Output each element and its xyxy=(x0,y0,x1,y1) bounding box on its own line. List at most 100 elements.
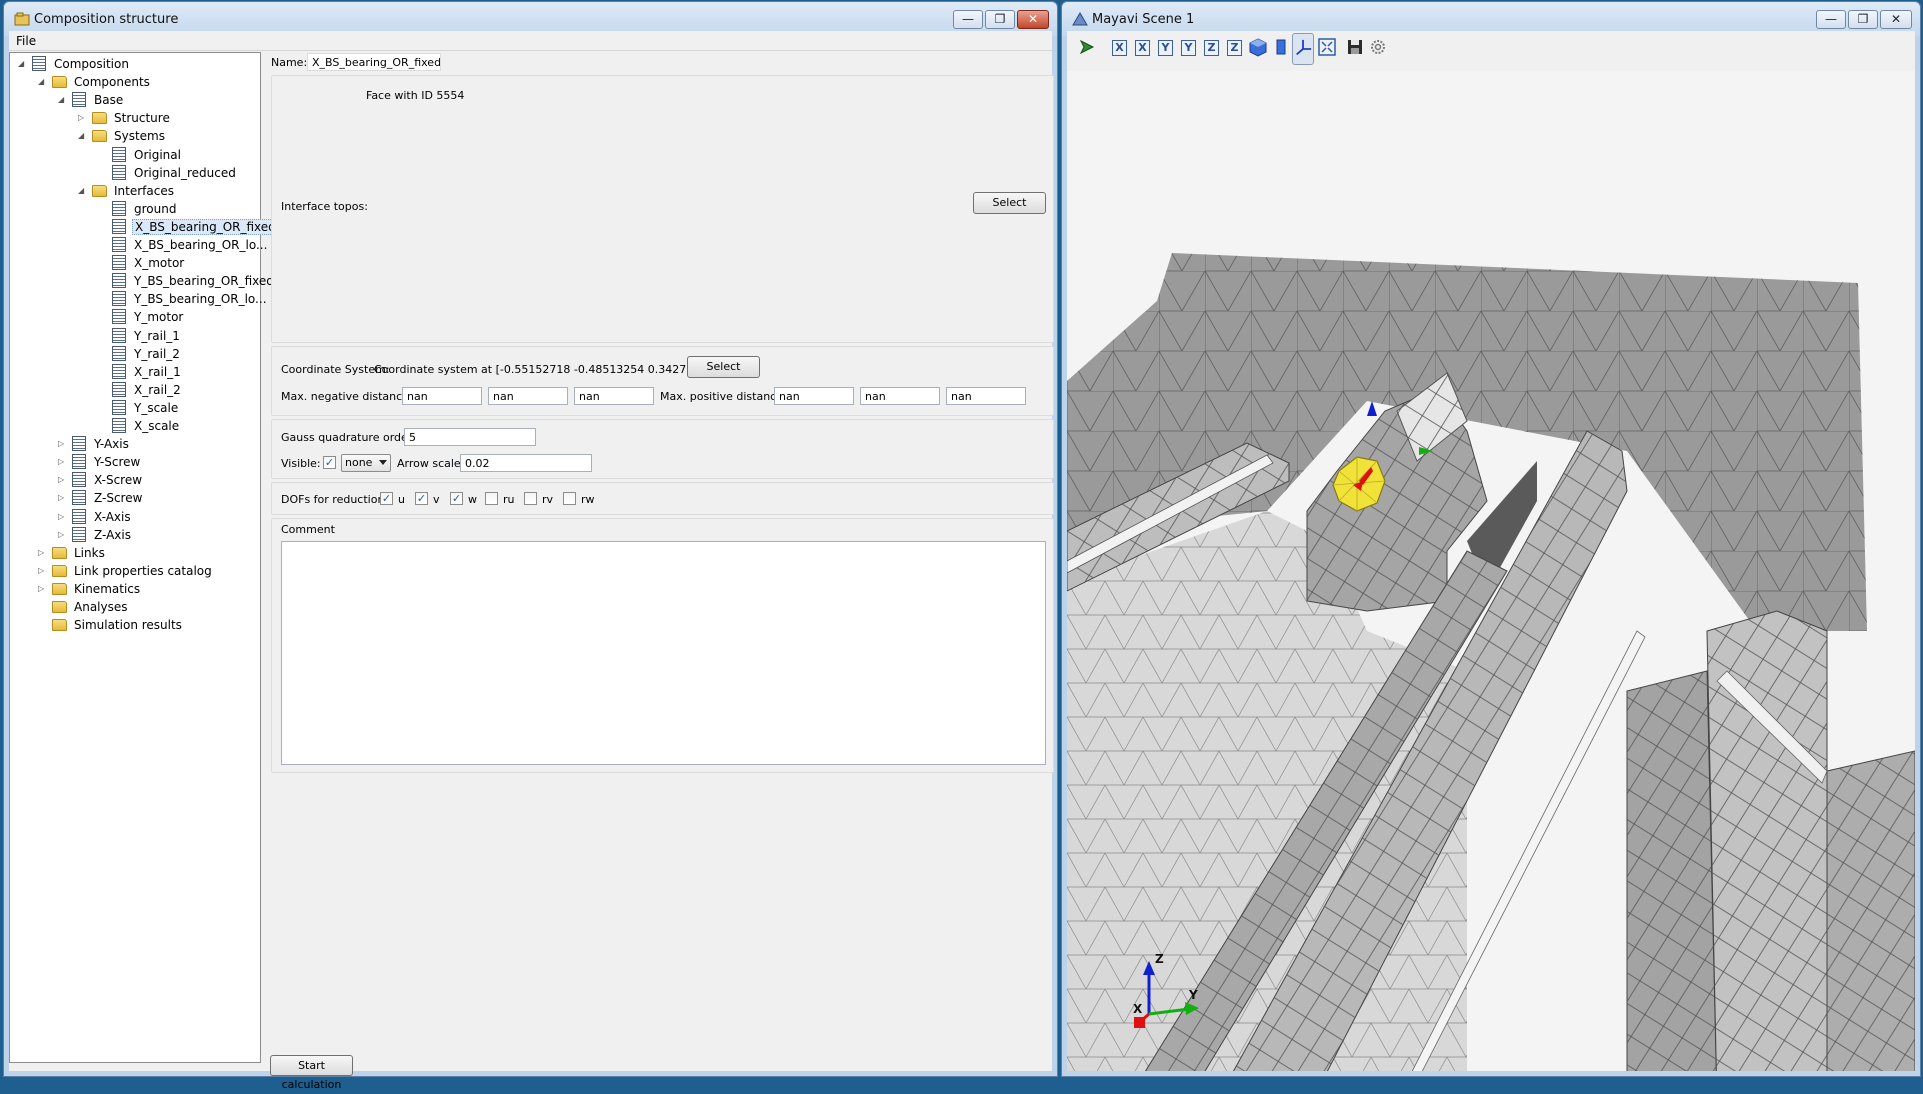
tree-item[interactable]: ▷ Y-Screw xyxy=(10,453,260,471)
save-icon[interactable] xyxy=(1345,37,1365,57)
parallel-projection-icon[interactable] xyxy=(1271,37,1291,57)
tree-item[interactable]: Y_rail_2 xyxy=(10,345,260,363)
mayavi-3d-scene[interactable]: Z Y X xyxy=(1067,71,1915,1071)
minimize-button[interactable]: — xyxy=(953,10,983,29)
tree-item[interactable]: Simulation results xyxy=(10,616,260,634)
close-button[interactable]: ✕ xyxy=(1017,10,1049,29)
tree-item[interactable]: X_scale xyxy=(10,417,260,435)
tree-item[interactable]: X_rail_1 xyxy=(10,363,260,381)
tree-item[interactable]: ▷ Z-Screw xyxy=(10,489,260,507)
tree-expanded-icon[interactable]: ◢ xyxy=(38,77,47,86)
document-icon xyxy=(112,363,128,380)
tree-collapsed-icon[interactable]: ▷ xyxy=(58,493,67,502)
tree-item-label: X_rail_1 xyxy=(134,364,181,379)
max-neg-field-2[interactable]: nan xyxy=(488,387,568,405)
mayavi-client: X X Y Y Z Z Z Y X xyxy=(1067,31,1915,1071)
axes-indicator-icon[interactable] xyxy=(1292,33,1314,65)
visible-checkbox[interactable]: ✓ xyxy=(323,456,336,469)
tree-item[interactable]: Analyses xyxy=(10,598,260,616)
tree-collapsed-icon[interactable]: ▷ xyxy=(38,566,47,575)
view-x-minus-button[interactable]: X xyxy=(1135,40,1150,56)
mayavi-minimize-button[interactable]: — xyxy=(1816,10,1846,29)
max-pos-field-3[interactable]: nan xyxy=(946,387,1026,405)
tree-expanded-icon[interactable]: ◢ xyxy=(18,59,27,68)
name-field[interactable]: X_BS_bearing_OR_fixed xyxy=(307,53,441,71)
dof-checkbox-rv[interactable] xyxy=(524,492,537,505)
dof-checkbox-rw[interactable] xyxy=(563,492,576,505)
tree-expanded-icon[interactable]: ◢ xyxy=(78,186,87,195)
tree-item-label: Y_BS_bearing_OR_lo... xyxy=(134,292,267,307)
tree-item[interactable]: ▷ Link properties catalog xyxy=(10,562,260,580)
tree-item-label: Y_rail_1 xyxy=(134,328,180,343)
mesh-render[interactable] xyxy=(1067,71,1915,1071)
dof-checkbox-ru[interactable] xyxy=(485,492,498,505)
tree-item[interactable]: Y_rail_1 xyxy=(10,327,260,345)
tree-item[interactable]: ◢ Interfaces xyxy=(10,182,260,200)
restore-button[interactable]: ❐ xyxy=(985,10,1015,29)
tree-item[interactable]: Y_BS_bearing_OR_lo... xyxy=(10,290,267,308)
composition-tree[interactable]: ◢ Composition ◢ Components ◢ Base ▷ Structure ◢ S… xyxy=(9,52,279,1063)
view-y-plus-button[interactable]: Y xyxy=(1158,40,1173,56)
view-y-minus-button[interactable]: Y xyxy=(1181,40,1196,56)
isometric-view-icon[interactable] xyxy=(1248,37,1268,57)
tree-collapsed-icon[interactable]: ▷ xyxy=(58,530,67,539)
tree-item[interactable]: Original xyxy=(10,146,260,164)
mayavi-restore-button[interactable]: ❐ xyxy=(1848,10,1878,29)
tree-collapsed-icon[interactable]: ▷ xyxy=(38,584,47,593)
tree-item-label: Analyses xyxy=(74,600,128,614)
folder-icon xyxy=(92,128,108,144)
tree-expanded-icon[interactable]: ◢ xyxy=(78,131,87,140)
start-calculation-button[interactable]: Start calculation xyxy=(270,1055,353,1091)
max-pos-field-1[interactable]: nan xyxy=(774,387,854,405)
dof-checkbox-w[interactable]: ✓ xyxy=(450,492,463,505)
tree-collapsed-icon[interactable]: ▷ xyxy=(38,548,47,557)
mayavi-pipeline-icon[interactable] xyxy=(1077,37,1097,57)
visible-mode-select[interactable]: none xyxy=(341,454,391,472)
comment-textarea[interactable] xyxy=(281,541,1046,765)
tree-item[interactable]: ground xyxy=(10,200,260,218)
tree-item[interactable]: ▷ Links xyxy=(10,544,260,562)
tree-item[interactable]: X_BS_bearing_OR_fixed xyxy=(10,218,279,236)
interface-select-button[interactable]: Select xyxy=(973,192,1046,214)
max-neg-field-3[interactable]: nan xyxy=(574,387,654,405)
tree-item[interactable]: ▷ Z-Axis xyxy=(10,526,260,544)
tree-expanded-icon[interactable]: ◢ xyxy=(58,95,67,104)
tree-item[interactable]: Y_scale xyxy=(10,399,260,417)
dof-checkbox-u[interactable]: ✓ xyxy=(380,492,393,505)
tree-item[interactable]: ◢ Composition xyxy=(10,55,260,73)
view-z-minus-button[interactable]: Z xyxy=(1227,40,1242,56)
view-x-plus-button[interactable]: X xyxy=(1112,40,1127,56)
folder-icon xyxy=(52,563,68,579)
max-neg-field-1[interactable]: nan xyxy=(402,387,482,405)
arrow-scale-field[interactable]: 0.02 xyxy=(460,454,592,472)
tree-collapsed-icon[interactable]: ▷ xyxy=(58,457,67,466)
tree-item[interactable]: ◢ Systems xyxy=(10,127,260,145)
tree-item[interactable]: Y_BS_bearing_OR_fixed xyxy=(10,272,274,290)
view-z-plus-button[interactable]: Z xyxy=(1204,40,1219,56)
tree-item[interactable]: ◢ Components xyxy=(10,73,260,91)
fullscreen-icon[interactable] xyxy=(1317,37,1337,57)
document-icon xyxy=(112,381,128,398)
tree-collapsed-icon[interactable]: ▷ xyxy=(78,113,87,122)
tree-collapsed-icon[interactable]: ▷ xyxy=(58,439,67,448)
tree-item[interactable]: X_motor xyxy=(10,254,260,272)
tree-item[interactable]: Y_motor xyxy=(10,308,260,326)
tree-item[interactable]: Original_reduced xyxy=(10,164,260,182)
max-pos-field-2[interactable]: nan xyxy=(860,387,940,405)
tree-item[interactable]: ▷ X-Screw xyxy=(10,471,260,489)
tree-collapsed-icon[interactable]: ▷ xyxy=(58,512,67,521)
tree-item[interactable]: ▷ Kinematics xyxy=(10,580,260,598)
dof-checkbox-v[interactable]: ✓ xyxy=(415,492,428,505)
tree-item[interactable]: ▷ Structure xyxy=(10,109,260,127)
tree-item[interactable]: X_rail_2 xyxy=(10,381,260,399)
tree-item[interactable]: ▷ Y-Axis xyxy=(10,435,260,453)
tree-item[interactable]: X_BS_bearing_OR_lo... xyxy=(10,236,267,254)
gear-icon[interactable] xyxy=(1368,37,1388,57)
mayavi-close-button[interactable]: ✕ xyxy=(1880,10,1912,29)
gauss-field[interactable]: 5 xyxy=(404,428,536,446)
tree-item[interactable]: ◢ Base xyxy=(10,91,260,109)
coord-select-button[interactable]: Select xyxy=(687,356,760,378)
tree-collapsed-icon[interactable]: ▷ xyxy=(58,475,67,484)
menu-file[interactable]: File xyxy=(16,34,36,48)
tree-item[interactable]: ▷ X-Axis xyxy=(10,508,260,526)
